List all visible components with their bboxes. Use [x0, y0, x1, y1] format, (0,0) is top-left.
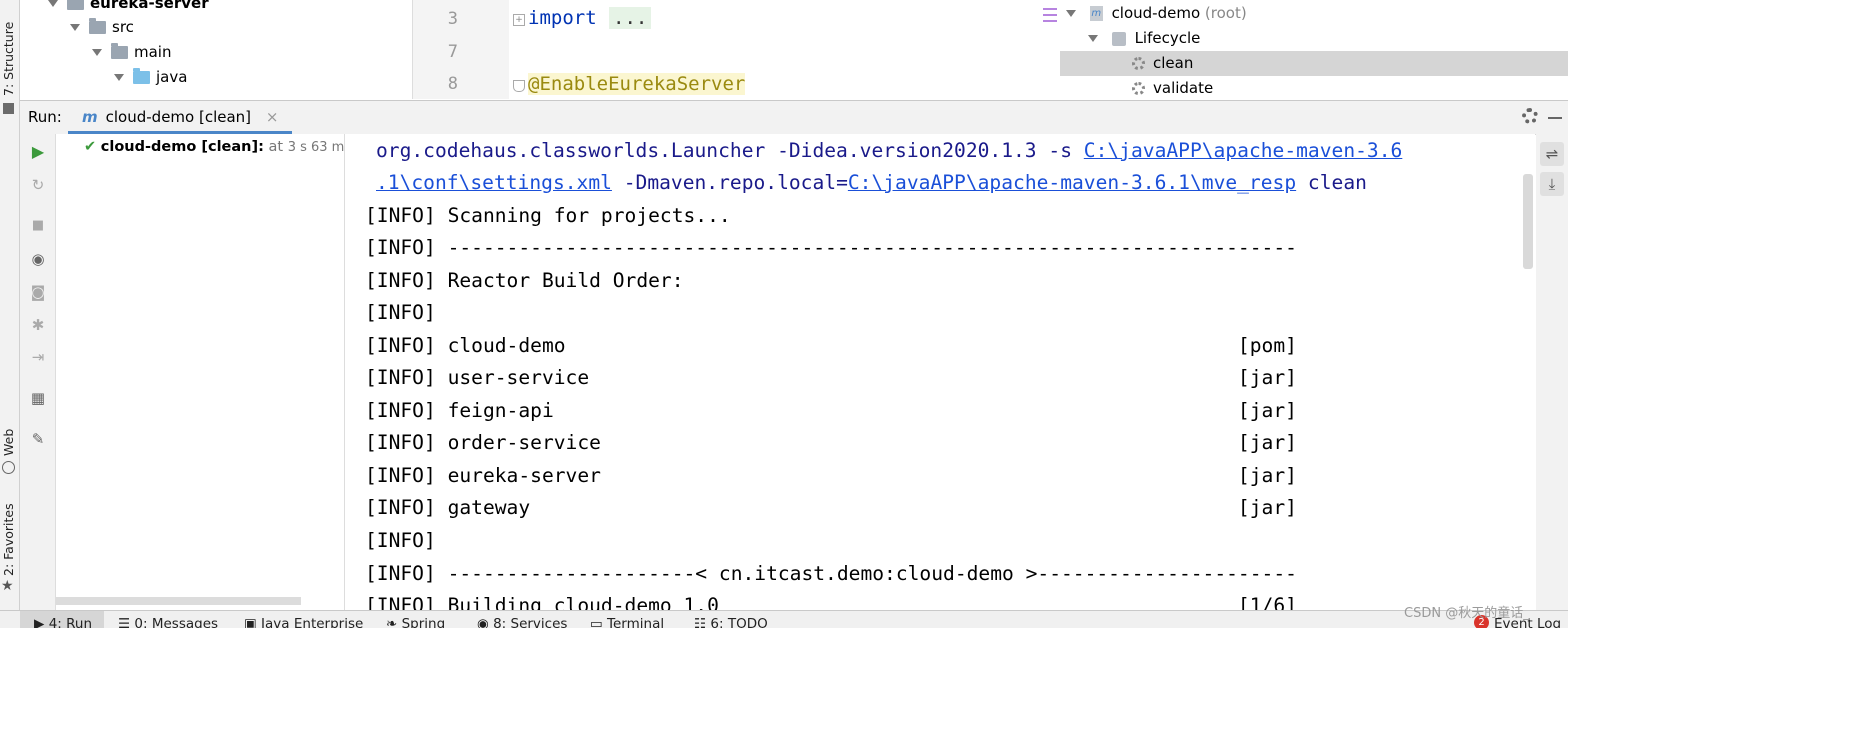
maven-lifecycle-item[interactable]: Lifecycle	[1060, 26, 1568, 51]
horizontal-scrollbar[interactable]	[56, 597, 301, 605]
import-keyword: import	[528, 7, 597, 29]
console-log-line: [INFO]	[365, 529, 436, 552]
expand-arrow-icon[interactable]	[92, 49, 102, 56]
debug-icon[interactable]: ✱	[29, 316, 47, 334]
run-toolbar: ▶ ↻ ■ ◉ ◙ ✱ ⇥ ▦ ✎	[20, 134, 56, 610]
run-tab[interactable]: m cloud-demo [clean] ×	[68, 101, 293, 134]
expand-arrow-icon[interactable]	[1088, 35, 1098, 42]
pin-icon[interactable]: ✎	[29, 430, 47, 448]
tree-item-eureka-server[interactable]: eureka-server	[48, 0, 209, 14]
maven-goal-clean[interactable]: clean	[1060, 51, 1568, 76]
maven-panel: m cloud-demo (root) Lifecycle clean vali…	[1060, 0, 1568, 99]
expand-arrow-icon[interactable]	[70, 24, 80, 31]
source-folder-icon	[133, 68, 150, 84]
bottom-tab-services[interactable]: ◉ 8: Services	[477, 616, 567, 628]
line-number: 7	[447, 42, 458, 62]
run-tree: ✔ cloud-demo [clean]: at 3 s 63 ms	[56, 134, 351, 610]
bottom-tab-java-enterprise[interactable]: ▣ Java Enterprise	[244, 616, 363, 628]
console-log-line: [INFO] Reactor Build Order:	[365, 269, 684, 292]
console-command-line: .1\conf\settings.xml -Dmaven.repo.local=…	[376, 171, 1367, 194]
code-editor[interactable]: 3 7 8 + import ... @EnableEurekaServer	[413, 0, 1059, 99]
lifecycle-folder-icon	[1111, 31, 1126, 46]
console-log-line: [INFO] order-service [jar]	[365, 431, 1297, 454]
fold-icon[interactable]: +	[513, 14, 525, 26]
bottom-tab-run[interactable]: ▶ 4: Run	[34, 616, 92, 628]
star-icon: ★	[1, 578, 14, 594]
eye-icon[interactable]: ◉	[29, 250, 47, 268]
expand-arrow-icon[interactable]	[48, 0, 58, 7]
web-tool-button[interactable]: Web	[1, 429, 16, 456]
gear-icon	[1132, 57, 1145, 70]
bottom-tool-bar: ▶ 4: Run ☰ 0: Messages ▣ Java Enterprise…	[0, 610, 1568, 628]
stop-icon[interactable]: ■	[29, 217, 47, 235]
line-number: 3	[447, 9, 458, 29]
project-tree: eureka-server src main java	[20, 0, 413, 99]
error-stripe-icon	[1043, 8, 1057, 10]
watermark: CSDN @秋天的童话_	[1404, 606, 1530, 621]
folder-icon	[111, 43, 128, 59]
console-log-line: [INFO] ---------------------< cn.itcast.…	[365, 562, 1297, 585]
folded-imports[interactable]: ...	[609, 7, 652, 29]
layout-icon[interactable]: ▦	[29, 389, 47, 407]
tree-item-src[interactable]: src	[70, 16, 134, 38]
expand-arrow-icon[interactable]	[114, 74, 124, 81]
gear-icon	[1132, 82, 1145, 95]
soft-wrap-icon[interactable]: ⇌	[1540, 142, 1564, 166]
favorites-tool-button[interactable]: 2: Favorites	[1, 503, 16, 576]
bottom-tab-terminal[interactable]: ▭ Terminal	[590, 616, 664, 628]
fold-icon[interactable]	[513, 80, 525, 92]
run-label: Run:	[28, 108, 62, 126]
run-tool-header: Run: m cloud-demo [clean] ×	[20, 100, 1568, 135]
console-side-toolbar: ⇌ ⤓	[1536, 134, 1568, 610]
settings-path-link[interactable]: C:\javaAPP\apache-maven-3.6	[1084, 139, 1403, 162]
console-log-line: [INFO] ---------------------------------…	[365, 236, 1297, 259]
console-log-line: [INFO] Scanning for projects...	[365, 204, 731, 227]
annotation-text: @EnableEurekaServer	[528, 73, 746, 95]
console-log-line: [INFO]	[365, 301, 436, 324]
rerun-failed-icon[interactable]: ↻	[29, 176, 47, 194]
expand-arrow-icon[interactable]	[1066, 10, 1076, 17]
line-number: 8	[447, 74, 458, 94]
folder-icon	[89, 18, 106, 34]
module-folder-icon	[67, 0, 84, 10]
success-check-icon: ✔	[84, 139, 97, 155]
maven-root-item[interactable]: m cloud-demo (root)	[1060, 1, 1568, 26]
console-log-line: [INFO] gateway [jar]	[365, 496, 1297, 519]
tree-item-java[interactable]: java	[114, 66, 187, 88]
settings-path-link[interactable]: .1\conf\settings.xml	[376, 171, 612, 194]
console-output[interactable]: org.codehaus.classworlds.Launcher -Didea…	[345, 134, 1535, 610]
bottom-tab-todo[interactable]: ☷ 6: TODO	[694, 616, 768, 628]
settings-gear-icon[interactable]	[1522, 108, 1538, 124]
run-tree-item[interactable]: ✔ cloud-demo [clean]: at 3 s 63 ms	[84, 139, 351, 155]
import-icon[interactable]: ⇥	[29, 348, 47, 366]
console-log-line: [INFO] user-service [jar]	[365, 366, 1297, 389]
structure-tool-button[interactable]: 7: Structure	[1, 22, 16, 96]
maven-icon: m	[82, 108, 98, 126]
globe-icon	[2, 461, 15, 474]
maven-module-icon: m	[1089, 6, 1103, 21]
vertical-scrollbar[interactable]	[1523, 174, 1533, 269]
rerun-icon[interactable]: ▶	[29, 143, 47, 161]
structure-icon	[3, 103, 14, 114]
bottom-tab-spring[interactable]: ❧ Spring	[386, 616, 445, 628]
console-log-line: [INFO] Building cloud-demo 1.0 [1/6]	[365, 594, 1297, 610]
console-log-line: [INFO] feign-api [jar]	[365, 399, 1297, 422]
console-log-line: [INFO] eureka-server [jar]	[365, 464, 1297, 487]
repo-path-link[interactable]: C:\javaAPP\apache-maven-3.6.1\mve_resp	[848, 171, 1296, 194]
minimize-icon[interactable]	[1548, 117, 1562, 119]
bottom-tab-messages[interactable]: ☰ 0: Messages	[118, 616, 218, 628]
close-icon[interactable]: ×	[266, 108, 279, 126]
left-tool-strip: 7: Structure Web 2: Favorites ★	[0, 0, 20, 627]
camera-icon[interactable]: ◙	[29, 283, 47, 301]
console-command-line: org.codehaus.classworlds.Launcher -Didea…	[376, 139, 1403, 162]
console-log-line: [INFO] cloud-demo [pom]	[365, 334, 1297, 357]
scroll-to-end-icon[interactable]: ⤓	[1540, 172, 1564, 196]
tree-item-main[interactable]: main	[92, 41, 171, 63]
maven-goal-validate[interactable]: validate	[1060, 76, 1568, 99]
